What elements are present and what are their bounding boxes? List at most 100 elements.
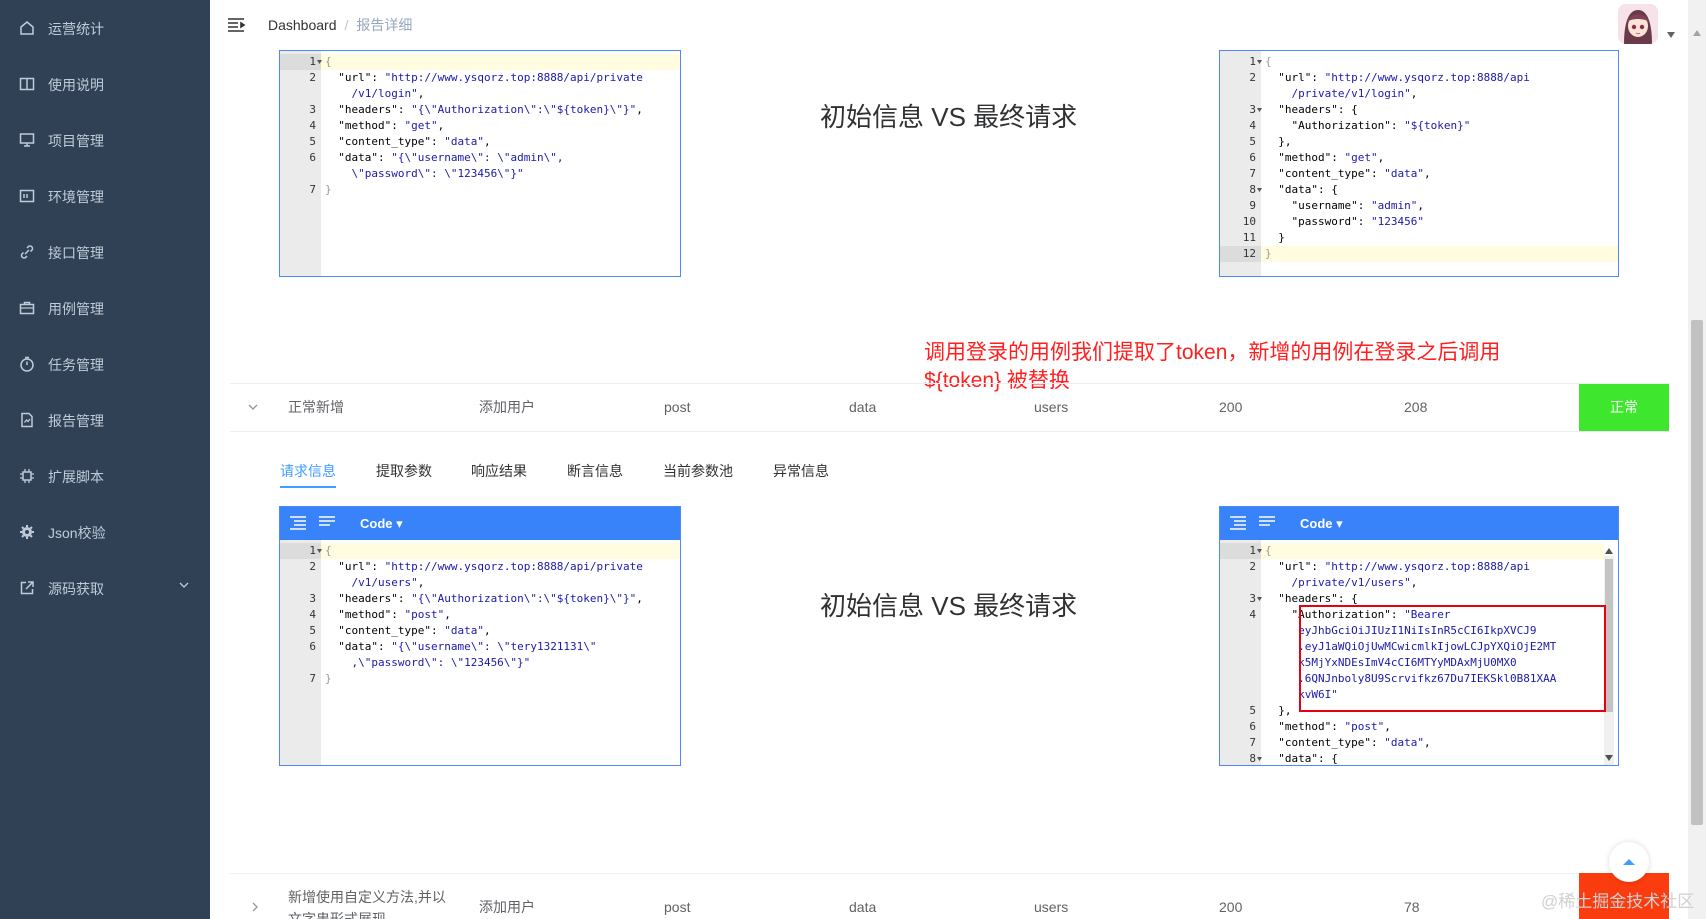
caret-down-icon[interactable] bbox=[1667, 32, 1675, 38]
case-name: 新增使用自定义方法,并以 bbox=[288, 889, 446, 905]
code-line: "data": "{\"username\": \"admin\", bbox=[325, 150, 563, 166]
code-token: "http://www.ysqorz.top:8888/api bbox=[1324, 560, 1530, 573]
sidebar-item-case-management[interactable]: 用例管理 bbox=[0, 281, 210, 337]
code-line: /v1/users", bbox=[325, 575, 424, 591]
breadcrumb-current: 报告详细 bbox=[356, 17, 413, 33]
editor-scrollbar-thumb[interactable] bbox=[1605, 559, 1613, 712]
avatar[interactable] bbox=[1618, 4, 1658, 44]
tab-exception-info[interactable]: 异常信息 bbox=[773, 462, 829, 480]
breadcrumb-dashboard[interactable]: Dashboard bbox=[268, 17, 337, 33]
sidebar-item-operations-stats[interactable]: 运营统计 bbox=[0, 1, 210, 57]
sidebar-item-json-validate[interactable]: Json校验 bbox=[0, 505, 210, 561]
mode-dropdown[interactable]: Code ▾ bbox=[1300, 516, 1343, 532]
code-token: }, bbox=[1265, 135, 1292, 148]
row-divider bbox=[230, 873, 1670, 874]
line-number: 5 bbox=[309, 135, 316, 148]
case-method: post bbox=[664, 399, 691, 415]
fold-toggle-icon[interactable] bbox=[317, 60, 322, 64]
code-token: "headers" bbox=[338, 103, 398, 116]
active-line-highlight bbox=[321, 543, 680, 559]
line-number: 6 bbox=[309, 640, 316, 653]
breadcrumb-separator: / bbox=[344, 17, 349, 33]
chevron-right-icon[interactable] bbox=[249, 901, 261, 913]
sidebar-item-label: 接口管理 bbox=[48, 245, 104, 261]
code-token: "{\"username\": \"admin\", bbox=[391, 151, 564, 164]
format-icon[interactable] bbox=[1229, 516, 1247, 530]
fold-toggle-icon[interactable] bbox=[1257, 549, 1262, 553]
code-line: "headers": "{\"Authorization\":\"${token… bbox=[325, 591, 643, 607]
code-line: "Authorization": "${token}" bbox=[1265, 118, 1471, 134]
code-token: "get" bbox=[1344, 151, 1378, 164]
status-badge[interactable]: 正常 bbox=[1579, 384, 1669, 431]
sidebar-item-extension-scripts[interactable]: 扩展脚本 bbox=[0, 449, 210, 505]
code-token: : bbox=[1357, 215, 1371, 228]
sidebar-item-usage-guide[interactable]: 使用说明 bbox=[0, 57, 210, 113]
tab-assert-info[interactable]: 断言信息 bbox=[567, 462, 623, 480]
code-token: "method" bbox=[1278, 720, 1332, 733]
code-token: , bbox=[1410, 576, 1418, 589]
case-type: data bbox=[849, 399, 877, 415]
line-number: 6 bbox=[309, 151, 316, 164]
code-line: "method": "post", bbox=[1265, 719, 1391, 735]
tab-extract-params[interactable]: 提取参数 bbox=[376, 462, 432, 480]
line-number: 2 bbox=[309, 560, 316, 573]
page-scrollbar-thumb[interactable] bbox=[1691, 320, 1703, 825]
compact-icon[interactable] bbox=[318, 516, 336, 530]
tab-param-pool[interactable]: 当前参数池 bbox=[663, 462, 733, 480]
sidebar-item-label: 用例管理 bbox=[48, 301, 104, 317]
active-line-highlight bbox=[321, 54, 680, 70]
code-token: : bbox=[1370, 736, 1385, 749]
mode-dropdown[interactable]: Code ▾ bbox=[360, 516, 403, 532]
code-token: /v1/login" bbox=[325, 87, 418, 100]
code-token: "http://www.ysqorz.top:8888/api/private bbox=[384, 560, 643, 573]
code-token: /private/v1/users" bbox=[1265, 576, 1411, 589]
line-number: 1 bbox=[309, 55, 316, 68]
initial-info-editor[interactable]: 1 {2 "url": "http://www.ysqorz.top:8888/a… bbox=[279, 50, 681, 277]
sidebar-item-api-management[interactable]: 接口管理 bbox=[0, 225, 210, 281]
initial-info-editor-2[interactable]: Code ▾ 1 {2 "url": "http://www.ysqorz.top… bbox=[279, 506, 681, 766]
code-line: "method": "get", bbox=[1265, 150, 1384, 166]
sidebar-item-project-management[interactable]: 项目管理 bbox=[0, 113, 210, 169]
fold-toggle-icon[interactable] bbox=[1257, 108, 1262, 112]
hamburger-icon[interactable] bbox=[226, 15, 246, 35]
scroll-up-icon[interactable] bbox=[1693, 30, 1701, 36]
editor-scroll-down-icon[interactable] bbox=[1605, 755, 1613, 761]
compact-icon[interactable] bbox=[1258, 516, 1276, 530]
sidebar-item-label: 任务管理 bbox=[48, 357, 104, 373]
fold-toggle-icon[interactable] bbox=[1257, 757, 1262, 761]
tab-request-info[interactable]: 请求信息 bbox=[280, 462, 336, 480]
chevron-down-icon[interactable] bbox=[247, 401, 259, 413]
case-elapsed: 208 bbox=[1404, 399, 1428, 415]
code-token: : bbox=[378, 151, 392, 164]
code-token: } bbox=[1265, 247, 1272, 260]
watermark: @稀土掘金技术社区 bbox=[1541, 892, 1695, 911]
sidebar-item-source-code[interactable]: 源码获取 bbox=[0, 561, 210, 617]
code-token: "post" bbox=[1344, 720, 1385, 733]
fold-toggle-icon[interactable] bbox=[317, 549, 322, 553]
line-number: 4 bbox=[309, 119, 316, 132]
code-token: } bbox=[325, 183, 332, 196]
format-icon[interactable] bbox=[289, 516, 307, 530]
line-number: 4 bbox=[1249, 119, 1256, 132]
fold-toggle-icon[interactable] bbox=[1257, 597, 1262, 601]
fold-toggle-icon[interactable] bbox=[1257, 188, 1262, 192]
row-divider bbox=[230, 383, 1670, 384]
back-to-top-button[interactable] bbox=[1609, 842, 1649, 882]
sidebar-item-task-management[interactable]: 任务管理 bbox=[0, 337, 210, 393]
sidebar-item-env-management[interactable]: 环境管理 bbox=[0, 169, 210, 225]
gear-icon bbox=[20, 525, 34, 539]
editor-scroll-up-icon[interactable] bbox=[1605, 548, 1613, 554]
final-request-editor[interactable]: 1 {2 "url": "http://www.ysqorz.top:8888/a… bbox=[1219, 50, 1619, 277]
breadcrumb: Dashboard / 报告详细 bbox=[268, 16, 412, 34]
code-token: , bbox=[1423, 167, 1431, 180]
fold-toggle-icon[interactable] bbox=[1257, 60, 1262, 64]
sidebar-item-report-management[interactable]: 报告管理 bbox=[0, 393, 210, 449]
code-token: { bbox=[1265, 544, 1272, 557]
code-line: "content_type": "data", bbox=[1265, 166, 1431, 182]
tab-response-result[interactable]: 响应结果 bbox=[471, 462, 527, 480]
